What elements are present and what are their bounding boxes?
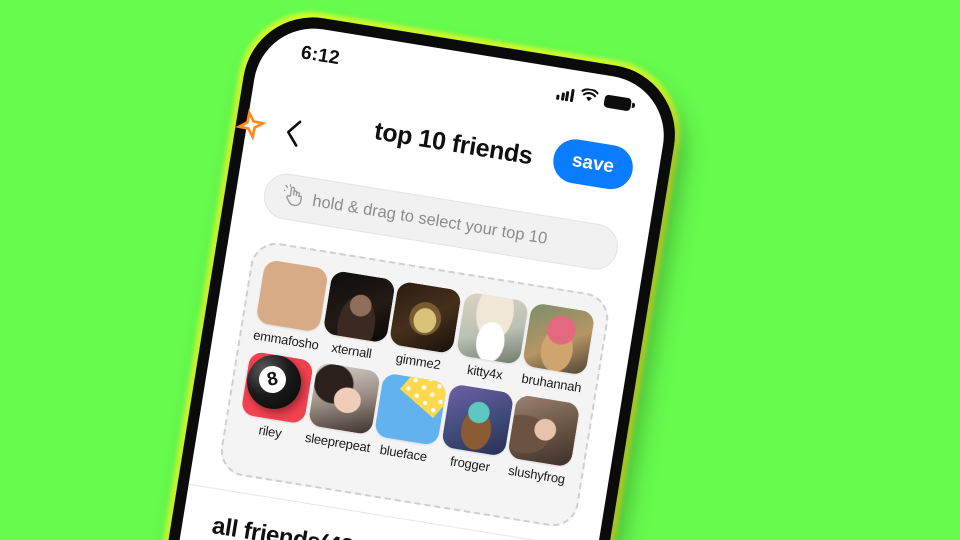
friend-tile[interactable]: frogger [437,383,514,476]
avatar[interactable] [255,259,329,333]
friend-name: frogger [449,453,491,475]
eight-ball-sticker: 8 [247,355,301,409]
eight-ball-face: 8 [256,363,289,396]
friend-name: sleeprepeat [303,429,372,456]
friend-tile[interactable]: xternall [319,269,396,363]
avatar[interactable] [373,372,448,446]
avatar[interactable] [388,280,463,355]
avatar[interactable] [307,361,381,436]
screenshot-stage: 6:12 top 10 friends save hold & drag to … [0,0,960,540]
sparkle-sticker [232,106,270,144]
friend-tile[interactable]: blueface [371,372,448,466]
avatar[interactable] [507,394,581,468]
friend-tile[interactable]: sleeprepeat [303,361,381,456]
avatar[interactable] [322,269,396,344]
avatar[interactable] [521,302,596,376]
save-button[interactable]: save [549,136,637,193]
all-friends-title: all friends(421) [210,512,376,540]
friend-tile[interactable]: bruhannah [519,302,596,395]
status-time: 6:12 [299,42,342,70]
friend-name: xternall [330,339,373,362]
tap-hand-icon [281,183,305,212]
signal-bars-icon [556,86,575,102]
phone-mockup: 6:12 top 10 friends save hold & drag to … [108,1,691,540]
friend-tile[interactable]: kitty4x [452,291,529,384]
friend-name: blueface [378,441,429,465]
friend-name: emmafosho [252,327,320,353]
friend-name: riley [257,422,283,441]
friend-name: gimme2 [394,350,442,373]
eight-ball-number: 8 [265,368,280,391]
friend-name: bruhannah [520,370,583,396]
friend-tile[interactable]: slushyfrog [504,394,581,487]
friend-name: slushyfrog [507,462,567,487]
friend-tile[interactable]: gimme2 [385,280,463,374]
battery-icon [603,93,633,111]
friend-name: kitty4x [466,361,504,383]
friend-tile[interactable]: emmafosho [252,259,329,353]
avatar[interactable] [455,291,529,365]
wifi-icon [579,88,599,108]
avatar[interactable] [440,383,514,457]
status-icons [556,84,633,114]
